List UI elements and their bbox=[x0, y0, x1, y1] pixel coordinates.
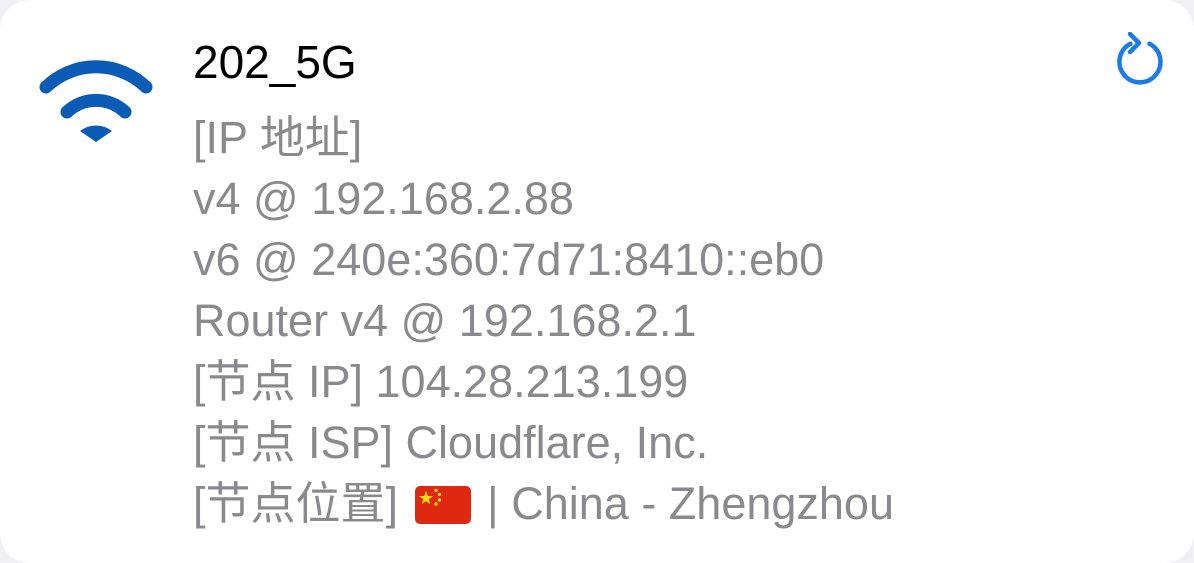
node-location-value: | China - Zhengzhou bbox=[487, 478, 894, 529]
wifi-icon bbox=[38, 60, 154, 148]
node-location-line: [节点位置] | China - Zhengzhou bbox=[193, 473, 894, 534]
router-v4-line: Router v4 @ 192.168.2.1 bbox=[193, 295, 697, 346]
flag-china-icon bbox=[414, 478, 471, 524]
refresh-icon bbox=[1117, 31, 1163, 85]
node-location-label: [节点位置] bbox=[193, 478, 399, 529]
network-info-card: 202_5G [IP 地址] v4 @ 192.168.2.88 v6 @ 24… bbox=[0, 0, 1194, 563]
ipv4-line: v4 @ 192.168.2.88 bbox=[193, 173, 574, 224]
node-isp-line: [节点 ISP] Cloudflare, Inc. bbox=[193, 417, 709, 468]
ip-header: [IP 地址] bbox=[193, 112, 363, 163]
info-lines: [IP 地址] v4 @ 192.168.2.88 v6 @ 240e:360:… bbox=[193, 107, 894, 534]
ipv6-line: v6 @ 240e:360:7d71:8410::eb0 bbox=[193, 234, 825, 285]
refresh-button[interactable] bbox=[1112, 31, 1170, 90]
network-ssid: 202_5G bbox=[193, 36, 357, 88]
node-ip-line: [节点 IP] 104.28.213.199 bbox=[193, 356, 689, 407]
